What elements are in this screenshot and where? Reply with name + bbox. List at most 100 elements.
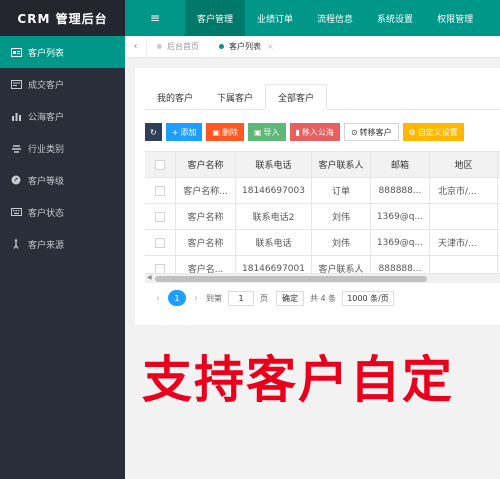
tab-my-customers[interactable]: 我的客户 xyxy=(145,84,205,110)
nav-customer-management[interactable]: 客户管理 xyxy=(185,0,246,36)
page-size-value: 1000 条/页 xyxy=(347,293,389,303)
custom-settings-button[interactable]: ⚙ 自定义设置 xyxy=(402,123,464,141)
table-cell: 客户联系人 xyxy=(312,256,371,273)
row-select-cell xyxy=(145,178,176,203)
goto-label: 到第 xyxy=(206,293,222,303)
table-cell: 客户名称 xyxy=(176,204,236,229)
column-header[interactable]: 邮箱 xyxy=(371,152,430,177)
tab-label: 后台首页 xyxy=(167,42,199,51)
table-cell: 客户名称... xyxy=(176,178,236,203)
bar-chart-icon: ▮ xyxy=(295,127,300,137)
next-page-icon[interactable]: › xyxy=(194,293,198,304)
id-card-icon xyxy=(10,47,22,57)
select-all-checkbox[interactable] xyxy=(155,159,165,170)
customer-scope-tabs: 我的客户 下属客户 全部客户 xyxy=(145,84,500,110)
tab-scroll-left-icon[interactable]: ‹ xyxy=(125,35,147,58)
table-cell: 联系电话 xyxy=(236,230,312,255)
scroll-left-icon[interactable]: ◀ xyxy=(147,274,152,281)
tab-customer-list[interactable]: 客户列表 × xyxy=(209,36,284,58)
sidebar-item-customer-status[interactable]: 客户状态 xyxy=(0,196,125,228)
sidebar-item-customer-list[interactable]: 客户列表 xyxy=(0,36,125,68)
bar-chart-icon xyxy=(10,111,22,121)
column-header[interactable]: 客户名称 xyxy=(176,152,236,177)
row-checkbox[interactable] xyxy=(155,185,165,196)
move-to-public-button[interactable]: ▮ 移入公海 xyxy=(289,123,340,141)
card-icon xyxy=(10,79,22,89)
table-toolbar: ↻ + 添加 ▣ 删除 ▣ 导入 ▮ 移入公海 ⊙ 转移客户 ⚙ 自定义设置 xyxy=(145,123,468,141)
table-cell: 北京市/... xyxy=(430,178,498,203)
button-label: 删除 xyxy=(221,127,238,137)
table-cell xyxy=(430,256,498,273)
nav-permission-management[interactable]: 权限管理 xyxy=(425,0,485,36)
page-tab-bar: ‹ 后台首页 客户列表 × xyxy=(125,35,500,58)
page-unit-label: 页 xyxy=(260,293,268,303)
table-row[interactable]: 客户名... 18146697001 客户联系人 888888... xyxy=(145,256,500,273)
table-row[interactable]: 客户名称 联系电话 刘伟 1369@q... 天津市/... xyxy=(145,230,500,256)
button-label: 导入 xyxy=(263,127,280,137)
column-header[interactable]: 客户联系人 xyxy=(312,152,371,177)
nav-system-settings[interactable]: 系统设置 xyxy=(365,0,425,36)
top-navbar: ≡ 客户管理 业绩订单 流程信息 系统设置 权限管理 xyxy=(125,0,500,36)
row-checkbox[interactable] xyxy=(155,211,165,222)
table-row[interactable]: 客户名称 联系电话2 刘伟 1369@q... xyxy=(145,204,500,230)
sidebar-item-label: 成交客户 xyxy=(28,80,65,91)
tab-dot-icon xyxy=(157,44,162,49)
sidebar-item-public-customers[interactable]: 公海客户 xyxy=(0,100,125,132)
plus-icon: + xyxy=(171,127,179,137)
sidebar-item-customer-source[interactable]: 客户来源 xyxy=(0,228,125,260)
select-all-cell xyxy=(145,152,176,177)
goto-confirm-button[interactable]: 确定 xyxy=(276,290,304,306)
delete-button[interactable]: ▣ 删除 xyxy=(206,123,244,141)
table-horizontal-scrollbar[interactable]: ◀ xyxy=(145,273,500,283)
sidebar-item-label: 客户来源 xyxy=(28,240,65,251)
total-count: 共 4 条 xyxy=(310,293,337,303)
sidebar-item-label: 公海客户 xyxy=(28,112,65,123)
table-cell: 1369@q... xyxy=(371,230,430,255)
table-cell: 刘伟 xyxy=(312,230,371,255)
refresh-button[interactable]: ↻ xyxy=(145,123,162,141)
gear-icon: ⚙ xyxy=(408,127,416,137)
stack-icon xyxy=(10,143,22,153)
trash-icon: ▣ xyxy=(212,127,220,137)
transfer-customer-button[interactable]: ⊙ 转移客户 xyxy=(343,123,399,141)
table-header-row: 客户名称 联系电话 客户联系人 邮箱 地区 xyxy=(145,152,500,178)
row-checkbox[interactable] xyxy=(155,237,165,248)
table-cell: 1369@q... xyxy=(371,204,430,229)
sidebar-item-label: 客户列表 xyxy=(28,48,65,59)
import-button[interactable]: ▣ 导入 xyxy=(247,123,286,141)
close-icon[interactable]: × xyxy=(267,42,274,51)
menu-toggle-icon[interactable]: ≡ xyxy=(125,0,185,36)
add-button[interactable]: + 添加 xyxy=(165,123,203,141)
sidebar-item-customer-level[interactable]: 客户等级 xyxy=(0,164,125,196)
tab-all-customers[interactable]: 全部客户 xyxy=(265,84,328,110)
sidebar-item-deal-customers[interactable]: 成交客户 xyxy=(0,68,125,100)
table-row[interactable]: 客户名称... 18146697003 订单 888888... 北京市/... xyxy=(145,178,500,204)
goto-page-input[interactable]: 1 xyxy=(228,290,254,306)
table-cell: 客户名... xyxy=(176,256,236,273)
row-checkbox[interactable] xyxy=(155,263,165,273)
sidebar-item-label: 客户等级 xyxy=(28,176,65,187)
pagination: ‹ 1 › 到第 1 页 确定 共 4 条 1000 条/页 xyxy=(148,290,394,306)
nav-performance-orders[interactable]: 业绩订单 xyxy=(245,0,305,36)
promo-banner-text: 支持客户自定 xyxy=(142,351,454,409)
sidebar: CRM 管理后台 客户列表 成交客户 公海客户 行业类别 客户等级 客户状态 客… xyxy=(0,0,125,479)
sidebar-item-industry[interactable]: 行业类别 xyxy=(0,132,125,164)
page-size-select[interactable]: 1000 条/页 xyxy=(342,290,394,306)
current-page-button[interactable]: 1 xyxy=(168,290,186,306)
prev-page-icon[interactable]: ‹ xyxy=(156,293,160,304)
tab-subordinate-customers[interactable]: 下属客户 xyxy=(205,84,265,110)
compass-icon xyxy=(10,175,22,185)
tab-home[interactable]: 后台首页 xyxy=(147,36,209,58)
nav-process-info[interactable]: 流程信息 xyxy=(305,0,365,36)
table-cell: 18146697003 xyxy=(236,178,312,203)
table-cell: 18146697001 xyxy=(236,256,312,273)
column-header[interactable]: 地区 xyxy=(430,152,498,177)
tab-dot-icon xyxy=(219,44,224,49)
table-cell: 刘伟 xyxy=(312,204,371,229)
row-select-cell xyxy=(145,204,176,229)
scrollbar-thumb[interactable] xyxy=(155,276,427,282)
button-label: 移入公海 xyxy=(301,127,334,137)
table-cell: 888888... xyxy=(371,256,430,273)
column-header[interactable]: 联系电话 xyxy=(236,152,312,177)
button-label: 自定义设置 xyxy=(417,127,458,137)
